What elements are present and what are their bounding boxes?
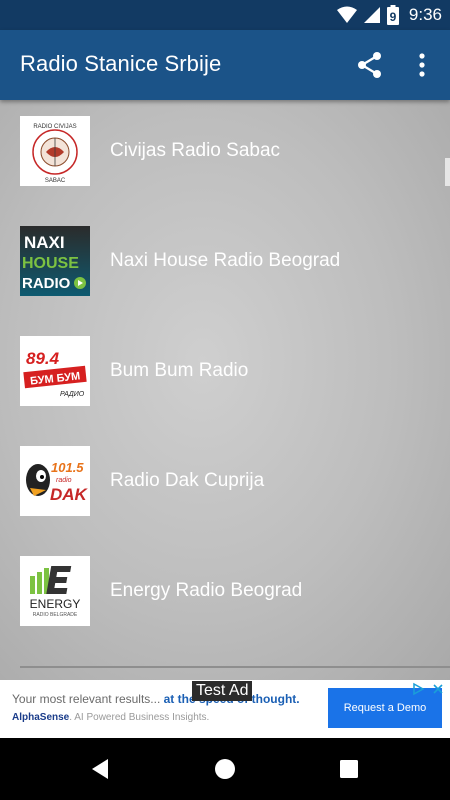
naxi-house-radio-logo: NAXI HOUSE RADIO <box>20 226 90 296</box>
svg-text:radio: radio <box>56 477 72 484</box>
svg-text:NAXI: NAXI <box>24 233 65 252</box>
ad-brand-row: AlphaSense. AI Powered Business Insights… <box>12 712 210 723</box>
station-name: Bum Bum Radio <box>110 360 249 381</box>
more-options-icon[interactable] <box>410 50 434 80</box>
home-icon[interactable] <box>215 759 235 779</box>
battery-icon: 9 <box>386 5 399 25</box>
svg-text:SABAC: SABAC <box>45 178 66 184</box>
svg-text:9: 9 <box>390 10 397 24</box>
system-nav-bar <box>0 738 450 800</box>
share-icon[interactable] <box>355 50 385 80</box>
station-row[interactable]: 101.5 radio DAK Radio Dak Cuprija <box>0 430 450 540</box>
app-screen: 9 9:36 Radio Stanice Srbije RADIO CIVIJA… <box>0 0 450 800</box>
test-ad-label: Test Ad <box>192 681 253 701</box>
svg-text:РАДИО: РАДИО <box>60 391 85 398</box>
svg-text:ENERGY: ENERGY <box>30 597 81 611</box>
station-row[interactable]: NAXI HOUSE RADIO Naxi House Radio Beogra… <box>0 210 450 320</box>
svg-text:RADIO: RADIO <box>22 275 71 292</box>
station-row[interactable]: RADIO CIVIJAS SABAC Civijas Radio Sabac <box>0 100 450 210</box>
next-row-edge <box>20 666 450 668</box>
station-row[interactable]: ENERGY RADIO BELGRADE Energy Radio Beogr… <box>0 540 450 650</box>
ad-choices-icon[interactable] <box>410 682 446 696</box>
station-row[interactable]: 89.4 БУМ БУМ РАДИО Bum Bum Radio <box>0 320 450 430</box>
station-name: Civijas Radio Sabac <box>110 140 281 161</box>
station-name: Energy Radio Beograd <box>110 580 303 601</box>
svg-text:RADIO BELGRADE: RADIO BELGRADE <box>33 612 78 618</box>
station-name: Radio Dak Cuprija <box>110 470 265 491</box>
status-time: 9:36 <box>408 5 442 24</box>
wifi-icon <box>336 6 357 23</box>
svg-text:RADIO CIVIJAS: RADIO CIVIJAS <box>33 124 76 130</box>
station-list[interactable]: RADIO CIVIJAS SABAC Civijas Radio Sabac <box>0 100 450 680</box>
civijas-radio-logo: RADIO CIVIJAS SABAC <box>20 116 90 186</box>
status-bar: 9 9:36 <box>0 0 450 30</box>
radio-dak-logo: 101.5 radio DAK <box>20 446 90 516</box>
svg-text:89.4: 89.4 <box>26 349 60 368</box>
station-name: Naxi House Radio Beograd <box>110 250 341 271</box>
bum-bum-radio-logo: 89.4 БУМ БУМ РАДИО <box>20 336 90 406</box>
app-toolbar: Radio Stanice Srbije <box>0 30 450 100</box>
energy-radio-logo: ENERGY RADIO BELGRADE <box>20 556 90 626</box>
recents-icon[interactable] <box>340 760 358 778</box>
status-icons: 9 9:36 <box>336 4 442 26</box>
ad-brand: AlphaSense <box>12 712 70 723</box>
app-title: Radio Stanice Srbije <box>20 51 222 76</box>
ad-headline[interactable]: Your most relevant results... at the spe… <box>12 692 300 706</box>
svg-text:101.5: 101.5 <box>51 460 84 475</box>
back-icon[interactable] <box>90 758 110 780</box>
cell-signal-icon <box>363 7 380 23</box>
svg-text:DAK: DAK <box>50 485 89 504</box>
svg-text:HOUSE: HOUSE <box>22 255 79 272</box>
